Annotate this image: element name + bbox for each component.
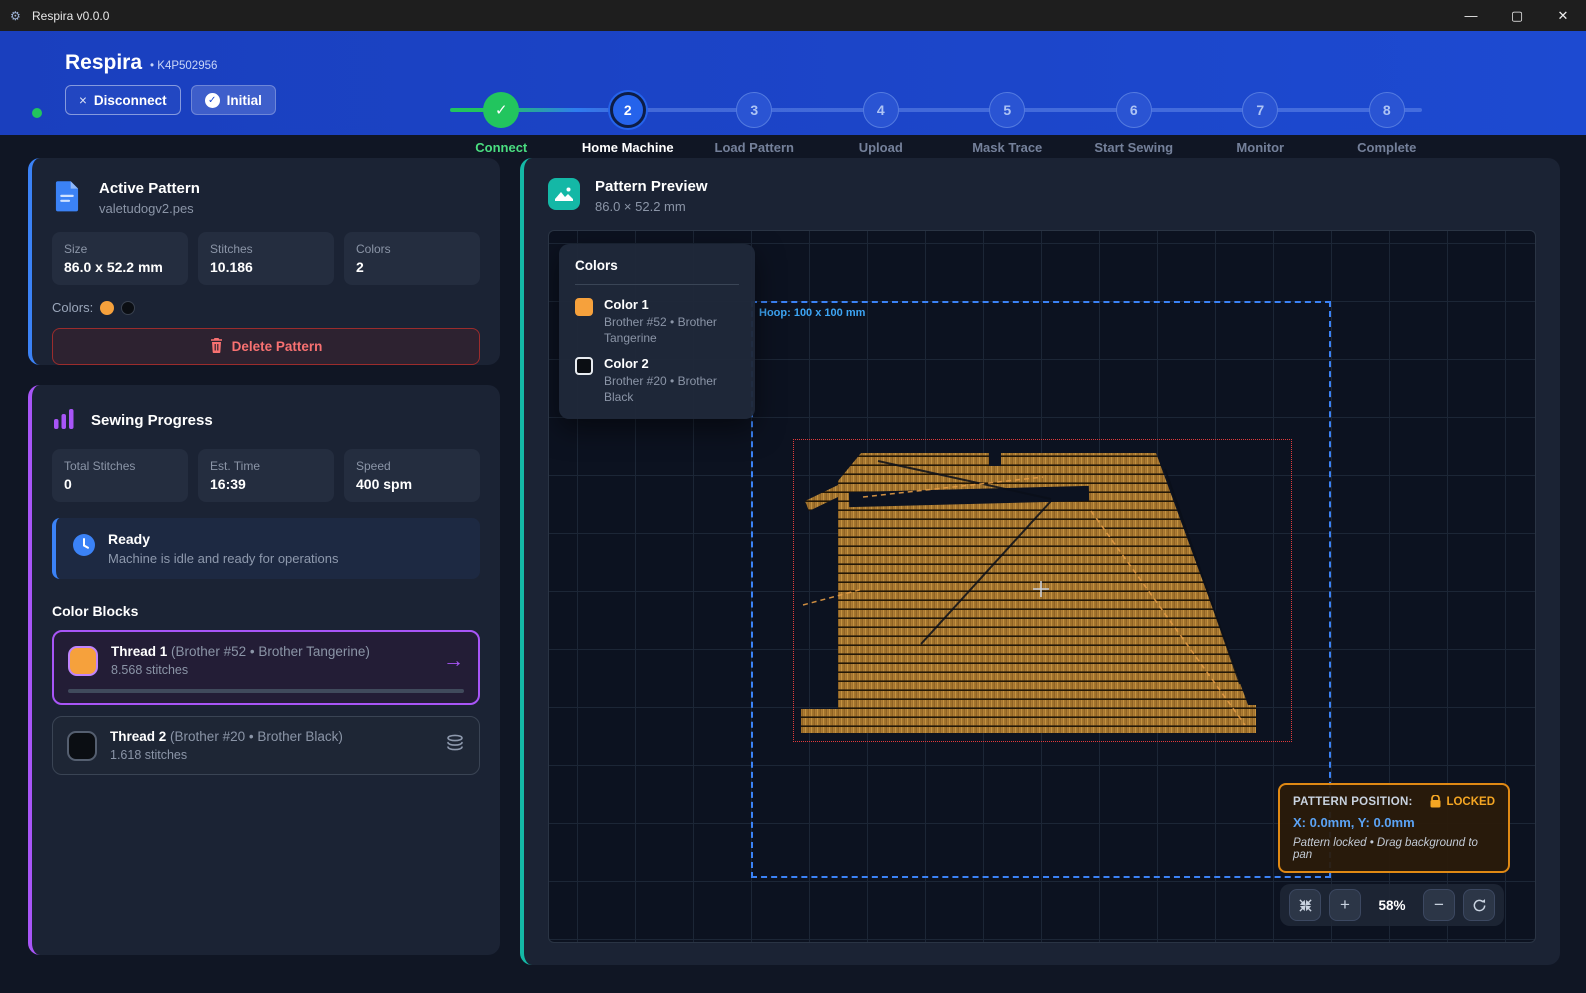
check-circle-icon: ✓ xyxy=(205,93,220,108)
file-document-icon xyxy=(52,180,86,214)
legend-swatch-orange xyxy=(575,298,593,316)
thread-2-stitches: 1.618 stitches xyxy=(110,748,343,762)
pattern-coords: X: 0.0mm, Y: 0.0mm xyxy=(1293,815,1495,830)
locked-badge: LOCKED xyxy=(1430,795,1495,808)
image-icon xyxy=(548,178,582,212)
step-upload[interactable]: 4 Upload xyxy=(818,79,945,159)
step-number: 5 xyxy=(989,92,1025,128)
stat-speed: Speed 400 spm xyxy=(344,449,480,502)
thread-1-swatch xyxy=(68,646,98,676)
arrow-right-icon: → xyxy=(443,649,464,673)
pattern-filename: valetudogv2.pes xyxy=(99,201,200,216)
stat-est-time: Est. Time 16:39 xyxy=(198,449,334,502)
thread-2-swatch xyxy=(67,731,97,761)
initial-button[interactable]: ✓ Initial xyxy=(191,85,276,115)
step-start-sewing[interactable]: 6 Start Sewing xyxy=(1071,79,1198,159)
card-title: Pattern Preview xyxy=(595,178,708,195)
zoom-in-button[interactable]: + xyxy=(1329,889,1361,921)
step-monitor[interactable]: 7 Monitor xyxy=(1197,79,1324,159)
stat-size: Size 86.0 x 52.2 mm xyxy=(52,232,188,285)
colors-legend: Colors Color 1 Brother #52 • Brother Tan… xyxy=(559,244,755,419)
legend-color-1: Color 1 Brother #52 • Brother Tangerine xyxy=(575,297,739,346)
step-number: 2 xyxy=(610,92,646,128)
reset-view-button[interactable] xyxy=(1463,889,1495,921)
hoop-center-cross xyxy=(1032,580,1050,603)
machine-status: Ready Machine is idle and ready for oper… xyxy=(52,518,480,579)
active-pattern-card: Active Pattern valetudogv2.pes Size 86.0… xyxy=(28,158,500,365)
pattern-dimensions: 86.0 × 52.2 mm xyxy=(595,199,708,214)
status-text: Machine is idle and ready for operations xyxy=(108,551,339,566)
sewing-progress-card: Sewing Progress Total Stitches 0 Est. Ti… xyxy=(28,385,500,955)
step-check-icon: ✓ xyxy=(483,92,519,128)
colors-label: Colors: xyxy=(52,300,93,315)
step-home-machine[interactable]: 2 Home Machine xyxy=(565,79,692,159)
compress-icon xyxy=(1298,898,1313,913)
step-load-pattern[interactable]: 3 Load Pattern xyxy=(691,79,818,159)
machine-serial: • K4P502956 xyxy=(150,60,217,72)
step-number: 7 xyxy=(1242,92,1278,128)
step-number: 6 xyxy=(1116,92,1152,128)
zoom-toolbar: + 58% − xyxy=(1280,884,1504,926)
workflow-stepper: ✓ Connect 2 Home Machine 3 Load Pattern … xyxy=(438,79,1450,159)
card-title: Active Pattern xyxy=(99,180,200,197)
disconnect-button[interactable]: × Disconnect xyxy=(65,85,181,115)
app-header: Respira • K4P502956 × Disconnect ✓ Initi… xyxy=(0,31,1586,135)
step-connect[interactable]: ✓ Connect xyxy=(438,79,565,159)
step-mask-trace[interactable]: 5 Mask Trace xyxy=(944,79,1071,159)
color-swatch-orange xyxy=(100,301,114,315)
pattern-position-overlay: PATTERN POSITION: LOCKED X: 0.0mm, Y: 0.… xyxy=(1278,783,1510,873)
brand-block: Respira • K4P502956 × Disconnect ✓ Initi… xyxy=(65,51,276,115)
stat-colors: Colors 2 xyxy=(344,232,480,285)
status-title: Ready xyxy=(108,531,339,547)
trash-icon xyxy=(210,338,223,356)
thread-1-stitches: 8.568 stitches xyxy=(111,663,370,677)
preview-canvas[interactable]: Hoop: 100 x 100 mm xyxy=(548,230,1536,943)
maximize-button[interactable]: ▢ xyxy=(1494,0,1540,31)
legend-divider xyxy=(575,284,739,285)
clock-icon xyxy=(72,533,96,557)
color-blocks-title: Color Blocks xyxy=(52,603,480,619)
fit-to-screen-button[interactable] xyxy=(1289,889,1321,921)
step-complete[interactable]: 8 Complete xyxy=(1324,79,1451,159)
card-title: Sewing Progress xyxy=(91,412,213,429)
zoom-out-button[interactable]: − xyxy=(1423,889,1455,921)
legend-swatch-black xyxy=(575,357,593,375)
zoom-level: 58% xyxy=(1369,898,1415,913)
close-icon: × xyxy=(79,93,87,108)
legend-color-2: Color 2 Brother #20 • Brother Black xyxy=(575,356,739,405)
bar-chart-icon xyxy=(52,407,78,433)
pattern-preview-card: Pattern Preview 86.0 × 52.2 mm Hoop: 100… xyxy=(520,158,1560,965)
hoop-label: Hoop: 100 x 100 mm xyxy=(759,307,865,319)
step-number: 8 xyxy=(1369,92,1405,128)
minimize-button[interactable]: — xyxy=(1448,0,1494,31)
app-icon: ⚙ xyxy=(10,9,24,23)
pan-hint: Pattern locked • Drag background to pan xyxy=(1293,837,1495,861)
delete-pattern-button[interactable]: Delete Pattern xyxy=(52,328,480,365)
app-name: Respira xyxy=(65,51,142,75)
stat-total-stitches: Total Stitches 0 xyxy=(52,449,188,502)
connection-status-dot xyxy=(32,108,42,118)
thread-1-progress-bar xyxy=(68,689,464,693)
window-titlebar: ⚙ Respira v0.0.0 — ▢ ✕ xyxy=(0,0,1586,31)
thread-2-block[interactable]: Thread 2 (Brother #20 • Brother Black) 1… xyxy=(52,716,480,775)
stat-stitches: Stitches 10.186 xyxy=(198,232,334,285)
layers-stack-icon xyxy=(445,734,465,757)
thread-1-block[interactable]: Thread 1 (Brother #52 • Brother Tangerin… xyxy=(52,630,480,705)
refresh-icon xyxy=(1472,898,1487,913)
lock-icon xyxy=(1430,795,1441,808)
window-title: Respira v0.0.0 xyxy=(32,9,109,23)
close-button[interactable]: ✕ xyxy=(1540,0,1586,31)
step-number: 3 xyxy=(736,92,772,128)
step-number: 4 xyxy=(863,92,899,128)
color-swatch-black xyxy=(121,301,135,315)
